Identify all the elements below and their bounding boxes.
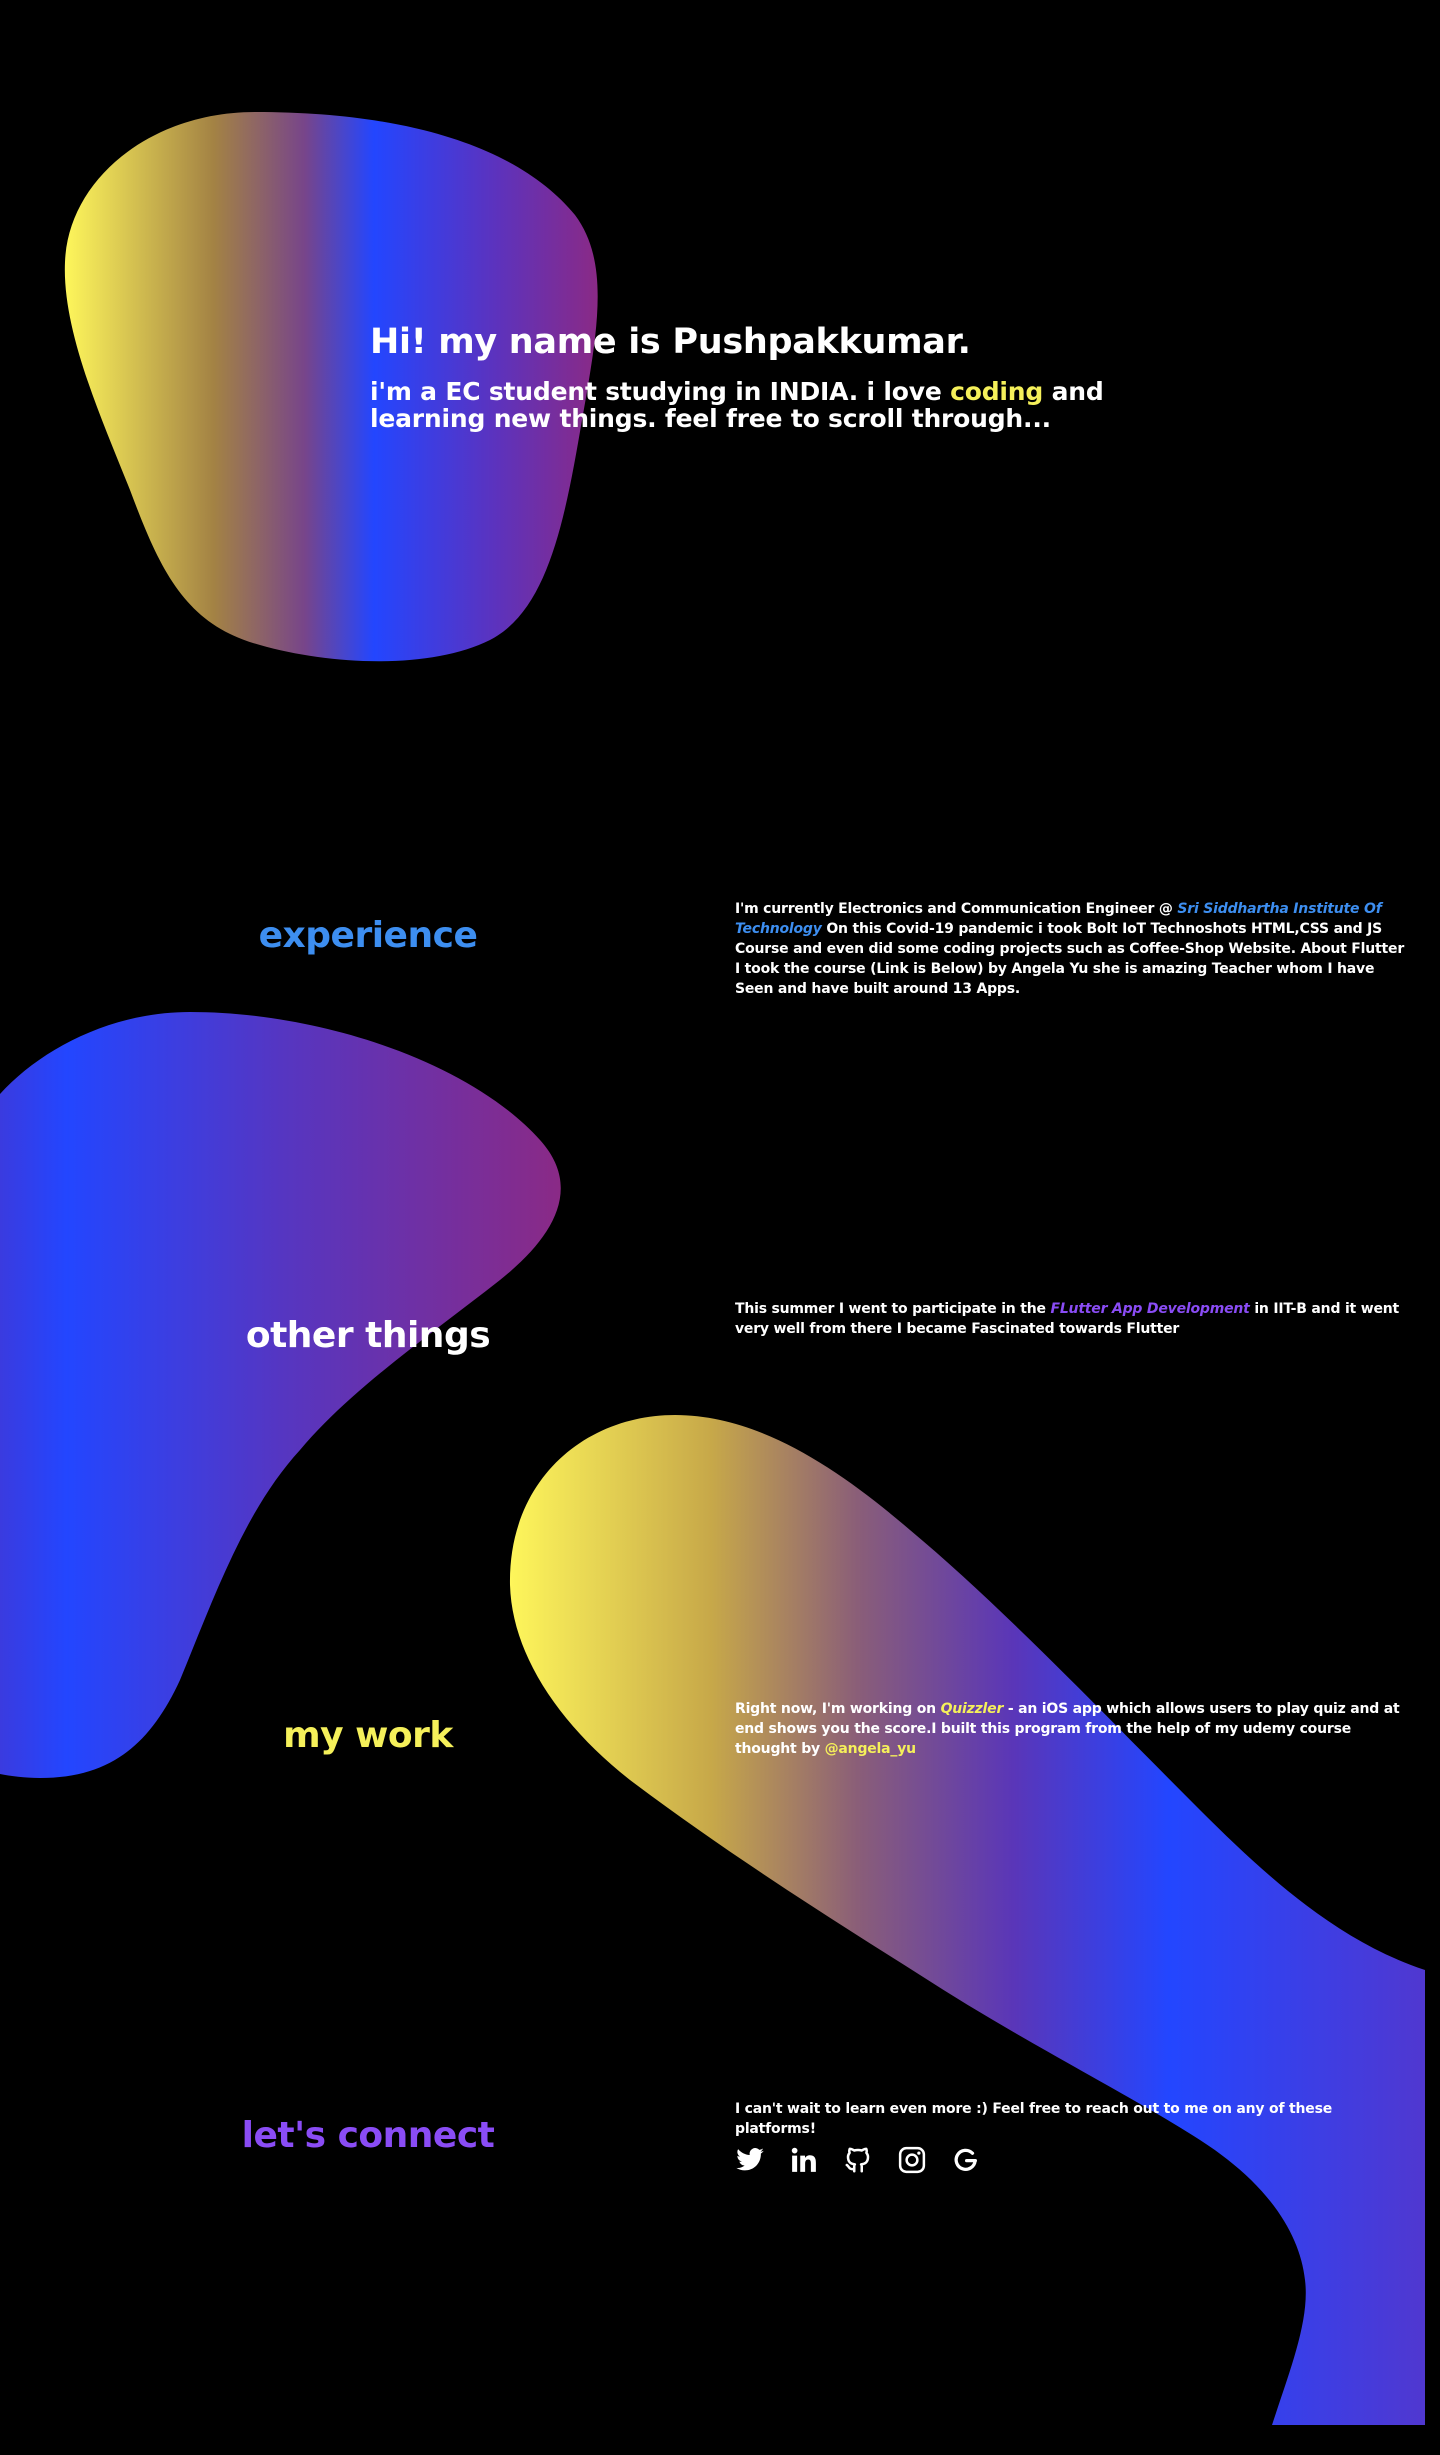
github-icon bbox=[845, 2147, 870, 2173]
my-work-title: my work bbox=[283, 1715, 453, 1756]
my-work-text: Right now, I'm working on Quizzler - an … bbox=[735, 1699, 1410, 1759]
instagram-icon bbox=[898, 2146, 926, 2174]
other-things-text: This summer I went to participate in the… bbox=[735, 1299, 1410, 1339]
twitter-icon bbox=[736, 2148, 764, 2171]
hero-title: Hi! my name is Pushpakkumar. bbox=[370, 322, 971, 362]
quizzler-link[interactable]: Quizzler bbox=[941, 1701, 1004, 1717]
lets-connect-text: I can't wait to learn even more :) Feel … bbox=[735, 2101, 1332, 2137]
experience-text-pre: I'm currently Electronics and Communicat… bbox=[735, 901, 1178, 917]
github-link[interactable] bbox=[843, 2145, 873, 2175]
lets-connect-title: let's connect bbox=[241, 2115, 495, 2156]
experience-text: I'm currently Electronics and Communicat… bbox=[735, 899, 1410, 999]
flutter-course-link[interactable]: FLutter App Development bbox=[1050, 1301, 1249, 1317]
google-link[interactable] bbox=[951, 2145, 981, 2175]
hero: Hi! my name is Pushpakkumar. i'm a EC st… bbox=[370, 322, 1130, 432]
hero-subtitle-highlight: coding bbox=[950, 377, 1044, 406]
experience-text-post: On this Covid-19 pandemic i took Bolt Io… bbox=[735, 921, 1405, 997]
linkedin-icon bbox=[791, 2147, 816, 2172]
hero-subtitle: i'm a EC student studying in INDIA. i lo… bbox=[370, 378, 1130, 432]
google-icon bbox=[954, 2148, 977, 2171]
angela-yu-link[interactable]: @angela_yu bbox=[825, 1741, 916, 1757]
other-things-text-pre: This summer I went to participate in the bbox=[735, 1301, 1051, 1317]
instagram-link[interactable] bbox=[897, 2145, 927, 2175]
social-links bbox=[735, 2145, 981, 2175]
my-work-text-pre: Right now, I'm working on bbox=[735, 1701, 941, 1717]
mid-left-blob bbox=[0, 1012, 561, 1778]
hero-subtitle-pre: i'm a EC student studying in INDIA. i lo… bbox=[370, 377, 951, 406]
experience-title: experience bbox=[258, 915, 478, 956]
linkedin-link[interactable] bbox=[789, 2145, 819, 2175]
lower-right-blob bbox=[509, 1415, 1425, 2425]
twitter-link[interactable] bbox=[735, 2145, 765, 2175]
other-things-title: other things bbox=[245, 1315, 491, 1356]
